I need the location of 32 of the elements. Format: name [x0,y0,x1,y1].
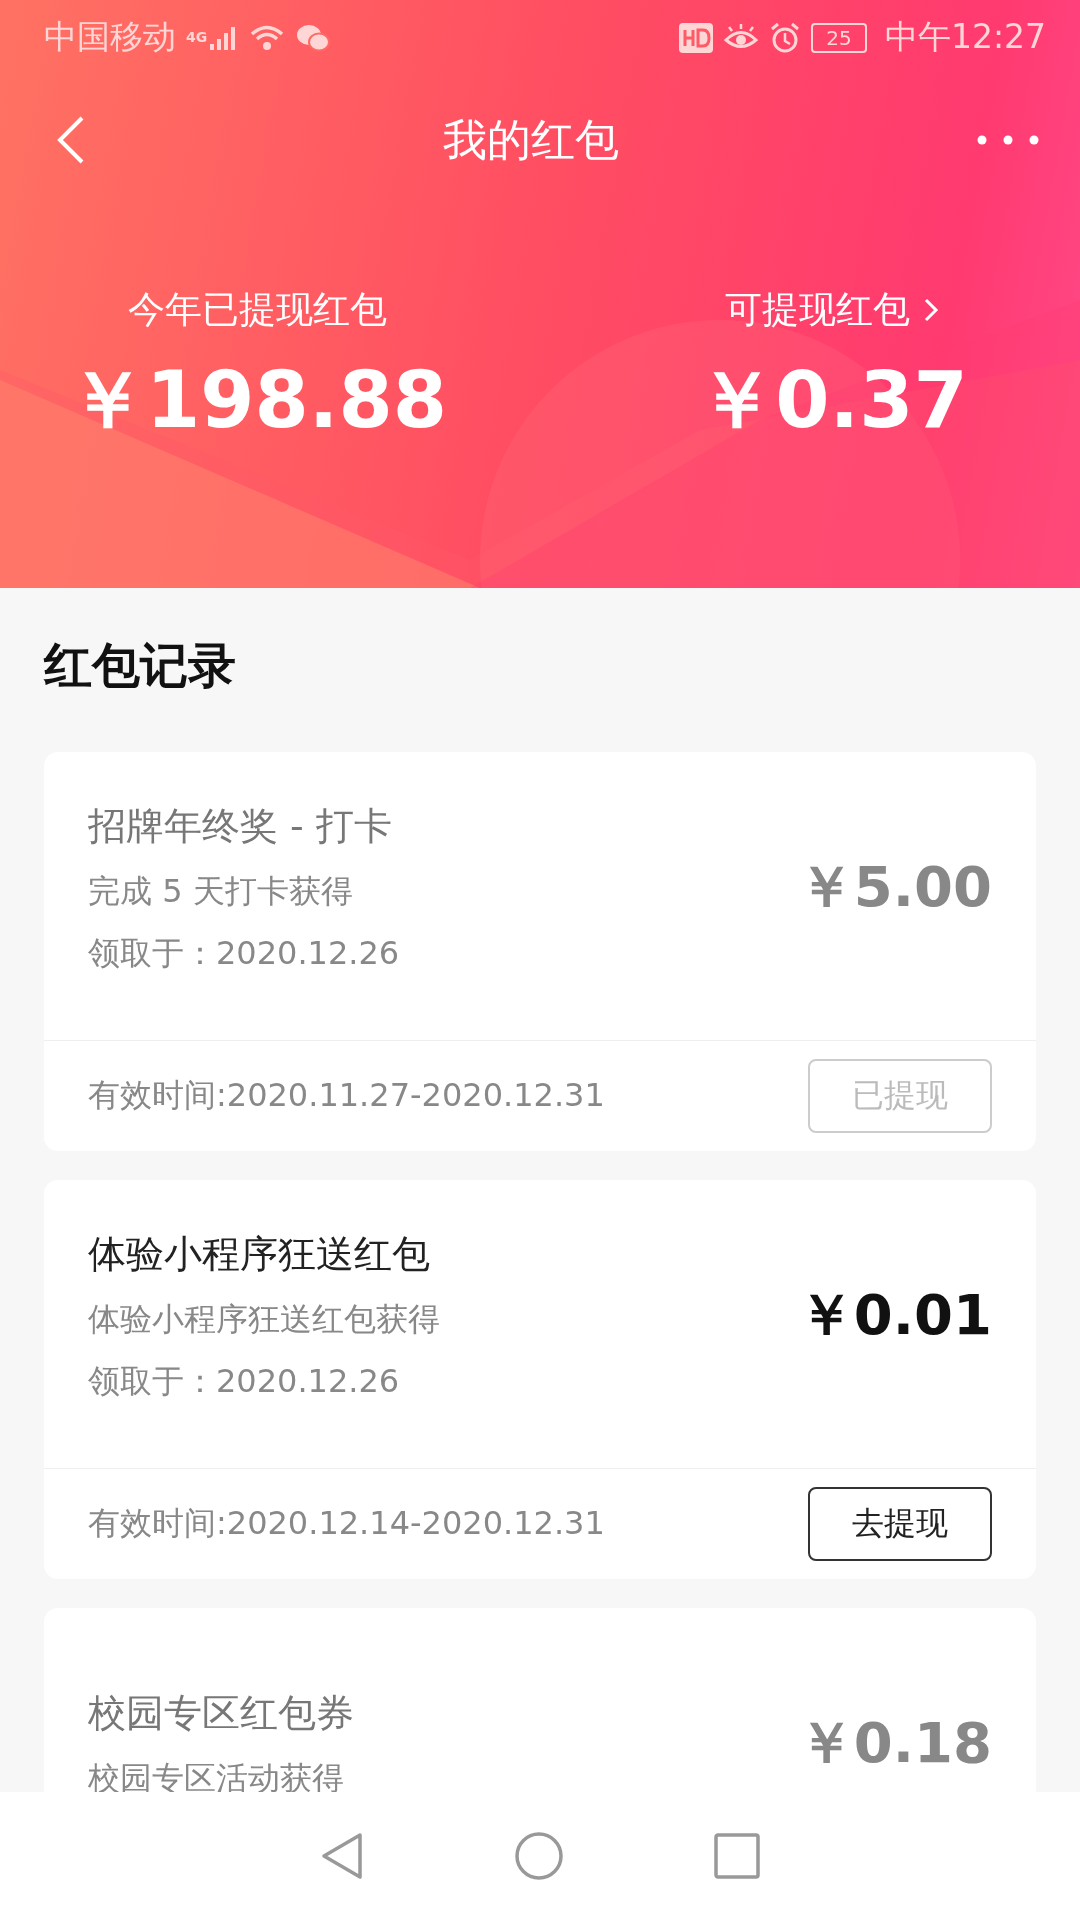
network-type: 4G [186,29,208,45]
withdraw-button[interactable]: 已提现 [808,1059,992,1133]
alarm-icon [768,21,801,54]
clock-time: 中午12:27 [884,16,1046,58]
validity-period: 有效时间:2020.12.14-2020.12.31 [88,1503,605,1544]
carrier-name: 中国移动 [44,16,176,58]
record-title: 体验小程序狂送红包 [88,1230,431,1278]
record-amount: ￥0.01 [797,1281,992,1349]
validity-period: 有效时间:2020.11.27-2020.12.31 [88,1075,605,1116]
battery-icon: 25 [810,22,867,53]
more-icon[interactable] [976,134,1040,146]
back-icon[interactable] [320,1832,364,1880]
hd-icon [678,22,713,53]
page-title: 我的红包 [443,112,619,167]
withdrawable-link[interactable]: 可提现红包 [725,285,940,335]
received-date: 领取于：2020.12.26 [88,932,400,974]
section-title: 红包记录 [44,636,237,695]
record-source: 体验小程序狂送红包获得 [88,1298,440,1340]
chat-icon [295,22,332,53]
withdraw-button[interactable]: 去提现 [808,1487,992,1561]
summary-amount: ￥0.37 [697,354,968,447]
home-icon[interactable] [514,1831,564,1881]
record-title: 招牌年终奖 - 打卡 [88,802,393,850]
record-amount: ￥5.00 [797,853,992,921]
back-icon[interactable] [56,115,86,165]
record-title: 校园专区红包券 [88,1689,354,1737]
record-amount: ￥0.18 [797,1709,992,1777]
recents-icon[interactable] [714,1833,760,1879]
summary-label: 今年已提现红包 [128,287,387,333]
received-date: 领取于：2020.12.26 [88,1360,401,1402]
record-source: 完成 5 天打卡获得 [88,870,354,912]
summary-amount: ￥198.88 [68,354,447,447]
